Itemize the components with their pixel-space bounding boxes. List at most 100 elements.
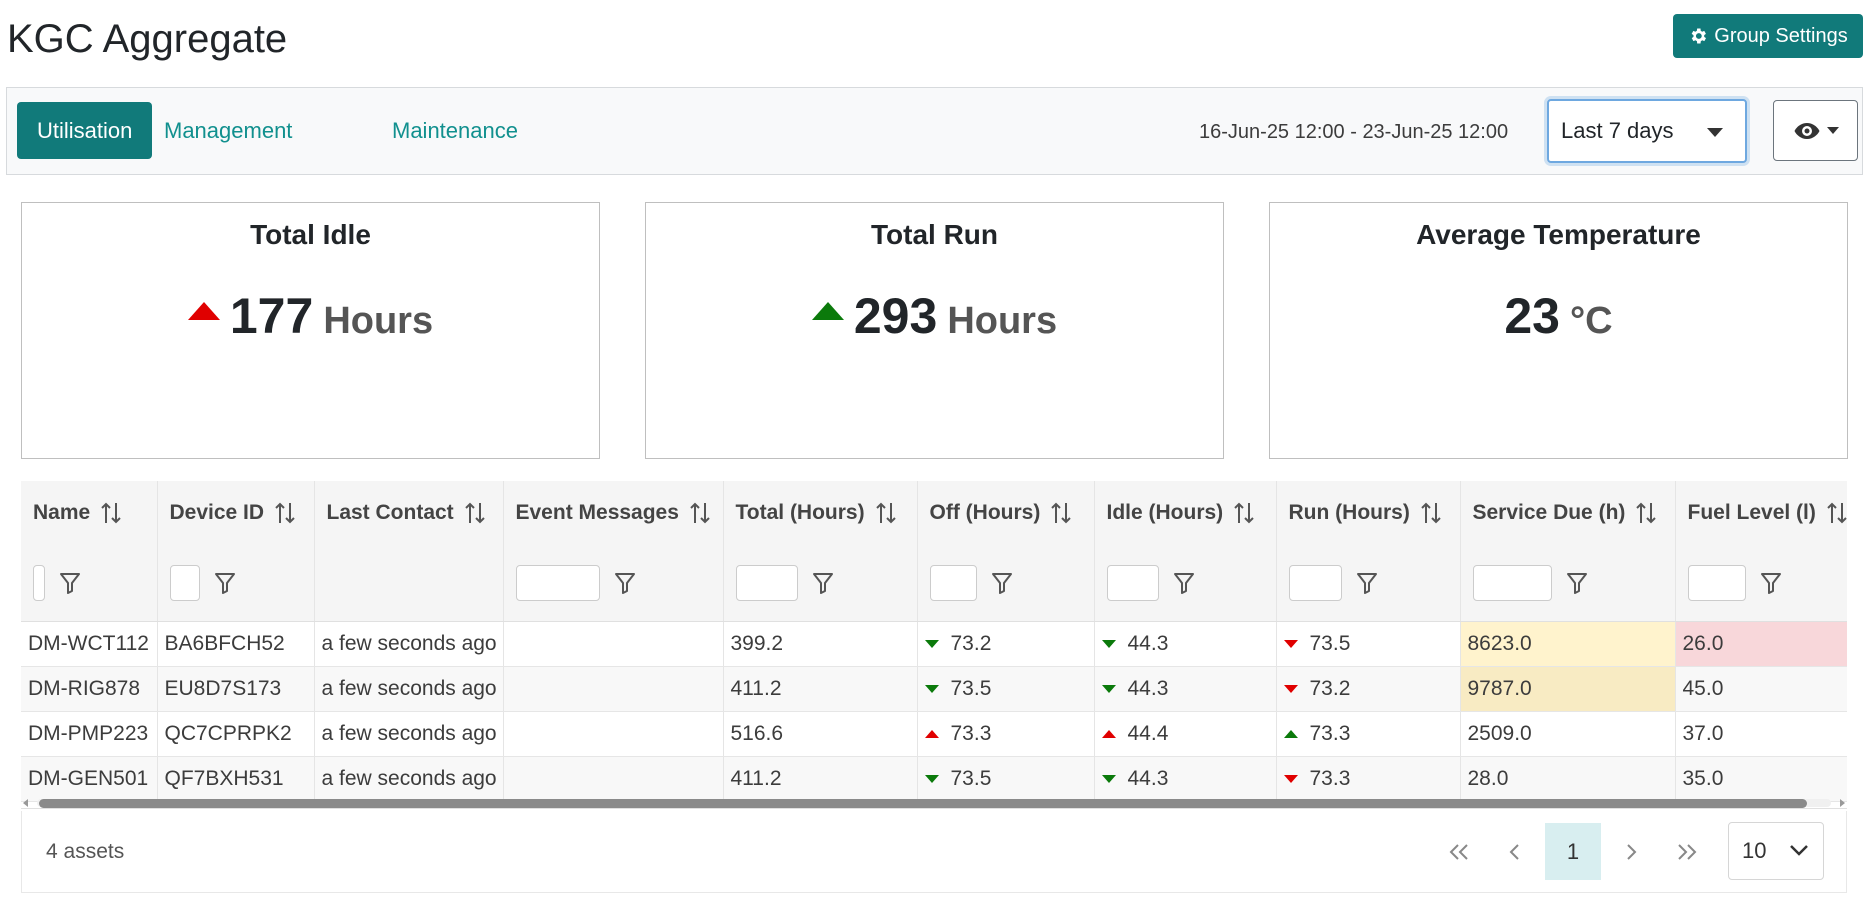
page-1-button[interactable]: 1 xyxy=(1545,823,1601,880)
assets-table: Name Device ID Last Contact Event Messages T… xyxy=(21,481,1847,809)
filter-cell-idle-hours xyxy=(1094,545,1277,622)
group-settings-button[interactable]: Group Settings xyxy=(1673,14,1863,58)
page-title: KGC Aggregate xyxy=(7,17,288,61)
filter-icon[interactable] xyxy=(214,571,236,595)
cell-value: a few seconds ago xyxy=(321,676,497,700)
time-range-value: Last 7 days xyxy=(1561,118,1674,143)
column-header-event-messages[interactable]: Event Messages xyxy=(503,481,724,545)
scroll-right-icon[interactable] xyxy=(1840,799,1845,807)
cell-value: 73.2 xyxy=(1309,676,1351,700)
sort-icon[interactable] xyxy=(464,501,486,525)
caret-down-icon xyxy=(1826,127,1839,134)
asset-count: 4 assets xyxy=(46,840,125,863)
cell-off-hours: 73.5 xyxy=(917,756,1095,802)
sort-icon[interactable] xyxy=(1050,501,1072,525)
cell-value: 37.0 xyxy=(1682,721,1724,745)
cell-last-contact: a few seconds ago xyxy=(314,666,504,712)
filter-input[interactable] xyxy=(1472,564,1552,601)
visibility-menu-button[interactable] xyxy=(1773,100,1858,161)
column-header-total-hours[interactable]: Total (Hours) xyxy=(723,481,918,545)
column-header-off-hours[interactable]: Off (Hours) xyxy=(917,481,1095,545)
cell-value: EU8D7S173 xyxy=(164,676,282,700)
sort-icon[interactable] xyxy=(1826,501,1847,525)
sort-icon[interactable] xyxy=(689,501,711,525)
filter-icon[interactable] xyxy=(59,571,81,595)
sort-icon[interactable] xyxy=(1233,501,1255,525)
filter-input[interactable] xyxy=(33,564,45,601)
scroll-left-icon[interactable] xyxy=(23,799,28,807)
filter-icon[interactable] xyxy=(1356,571,1378,595)
filter-input[interactable] xyxy=(735,564,798,601)
trend-up-icon xyxy=(1283,729,1298,738)
total-idle-card: Total Idle 177 Hours xyxy=(21,202,600,459)
column-header-run-hours[interactable]: Run (Hours) xyxy=(1276,481,1461,545)
cell-last-contact: a few seconds ago xyxy=(314,711,504,757)
previous-page-button[interactable] xyxy=(1492,823,1538,880)
next-page-button[interactable] xyxy=(1608,823,1654,880)
cell-fuel-level-l: 26.0 xyxy=(1675,621,1847,667)
first-page-button[interactable] xyxy=(1436,823,1482,880)
sort-icon[interactable] xyxy=(1635,501,1657,525)
filter-input[interactable] xyxy=(169,564,200,601)
cell-name[interactable]: DM-WCT112 xyxy=(21,621,158,667)
cell-fuel-level-l: 45.0 xyxy=(1675,666,1847,712)
scroll-thumb[interactable] xyxy=(39,799,1807,808)
filter-icon[interactable] xyxy=(991,571,1013,595)
time-range-select[interactable]: Last 7 days xyxy=(1547,99,1747,163)
card-unit: °C xyxy=(1569,300,1613,342)
filter-icon[interactable] xyxy=(1760,571,1782,595)
filter-cell-last-contact xyxy=(314,545,504,622)
sort-icon[interactable] xyxy=(274,501,296,525)
filter-input[interactable] xyxy=(929,564,977,601)
average-temperature-card: Average Temperature 23 °C xyxy=(1269,202,1848,459)
cell-off-hours: 73.3 xyxy=(917,711,1095,757)
cell-value: 73.3 xyxy=(1309,721,1351,745)
sort-icon[interactable] xyxy=(875,501,897,525)
chevron-left-icon xyxy=(1509,843,1519,860)
filter-icon[interactable] xyxy=(1566,571,1588,595)
horizontal-scrollbar[interactable] xyxy=(21,796,1847,810)
filter-icon[interactable] xyxy=(812,571,834,595)
column-header-last-contact[interactable]: Last Contact xyxy=(314,481,504,545)
trend-up-icon xyxy=(1101,729,1116,738)
filter-icon[interactable] xyxy=(1173,571,1195,595)
card-value: 293 xyxy=(853,288,938,344)
cell-value: 73.3 xyxy=(1309,766,1351,790)
card-value: 177 xyxy=(229,288,314,344)
trend-down-icon xyxy=(1283,684,1298,693)
column-header-name[interactable]: Name xyxy=(21,481,158,545)
filter-cell-fuel-level-l xyxy=(1675,545,1847,622)
filter-input[interactable] xyxy=(1288,564,1342,601)
tab-management[interactable]: Management xyxy=(144,102,312,159)
sort-icon[interactable] xyxy=(1420,501,1442,525)
gear-icon xyxy=(1691,28,1707,44)
table-row[interactable]: DM-PMP223 QC7CPRPK2 a few seconds ago 516.6… xyxy=(21,711,1847,757)
column-header-device-id[interactable]: Device ID xyxy=(157,481,315,545)
cell-value: 28.0 xyxy=(1467,766,1509,790)
tab-utilisation[interactable]: Utilisation xyxy=(17,102,153,159)
cell-idle-hours: 44.4 xyxy=(1094,711,1277,757)
sort-icon[interactable] xyxy=(100,501,122,525)
column-header-service-due-h[interactable]: Service Due (h) xyxy=(1460,481,1676,545)
column-header-fuel-level-l[interactable]: Fuel Level (l) xyxy=(1675,481,1847,545)
table-row[interactable]: DM-WCT112 BA6BFCH52 a few seconds ago 399.2… xyxy=(21,621,1847,667)
filter-input[interactable] xyxy=(1687,564,1746,601)
filter-input[interactable] xyxy=(1106,564,1159,601)
trend-up-icon xyxy=(924,729,939,738)
table-row[interactable]: DM-GEN501 QF7BXH531 a few seconds ago 411.2… xyxy=(21,756,1847,802)
cell-value: DM-RIG878 xyxy=(28,676,141,700)
column-header-idle-hours[interactable]: Idle (Hours) xyxy=(1094,481,1277,545)
cell-name[interactable]: DM-RIG878 xyxy=(21,666,158,712)
last-page-button[interactable] xyxy=(1664,823,1710,880)
filter-input[interactable] xyxy=(515,564,600,601)
cell-name[interactable]: DM-PMP223 xyxy=(21,711,158,757)
tab-maintenance[interactable]: Maintenance xyxy=(372,102,538,159)
cell-total-hours: 516.6 xyxy=(723,711,918,757)
cell-value: 8623.0 xyxy=(1467,631,1532,655)
cell-name[interactable]: DM-GEN501 xyxy=(21,756,158,802)
total-run-card: Total Run 293 Hours xyxy=(645,202,1224,459)
filter-icon[interactable] xyxy=(614,571,636,595)
cell-event-messages xyxy=(503,621,724,667)
table-row[interactable]: DM-RIG878 EU8D7S173 a few seconds ago 411.2… xyxy=(21,666,1847,712)
page-size-select[interactable]: 10 xyxy=(1728,822,1824,880)
